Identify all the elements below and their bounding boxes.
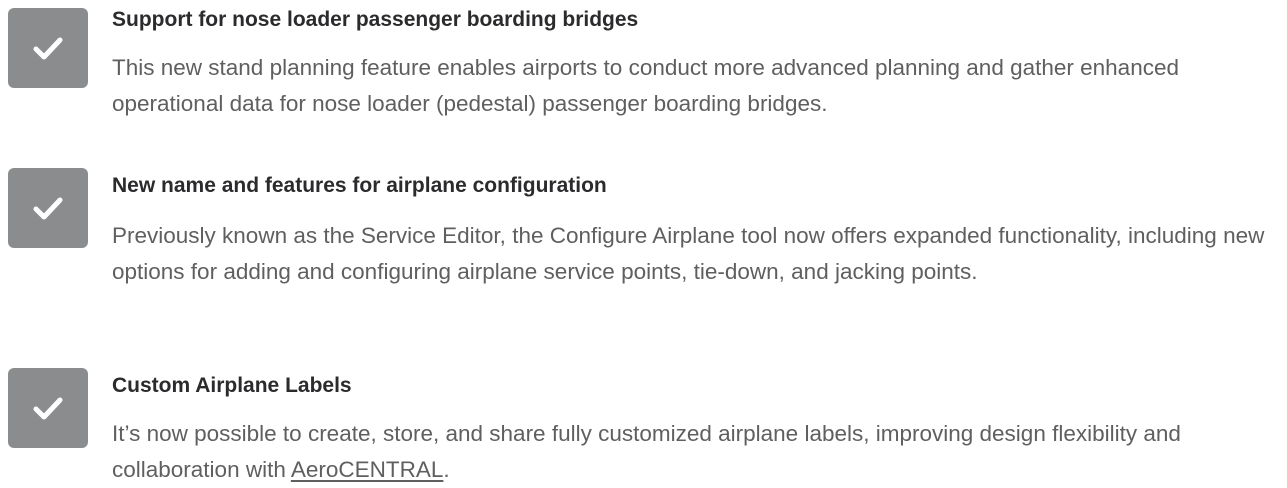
feature-description: Previously known as the Service Editor, … xyxy=(112,223,1265,284)
checkbox-icon xyxy=(8,168,88,248)
feature-description-end: . xyxy=(443,457,450,482)
checkbox-icon xyxy=(8,8,88,88)
feature-title: Support for nose loader passenger boardi… xyxy=(112,8,639,31)
checkmark-icon xyxy=(33,37,63,60)
feature-description-text: It’s now possible to create, store, and … xyxy=(112,421,1181,482)
feature-description: It’s now possible to create, store, and … xyxy=(112,416,1282,488)
feature-description: This new stand planning feature enables … xyxy=(112,55,1179,116)
feature-title: New name and features for airplane confi… xyxy=(112,174,607,197)
aerocentral-link[interactable]: AeroCENTRAL xyxy=(291,457,444,482)
feature-title: Custom Airplane Labels xyxy=(112,374,352,397)
checkmark-icon xyxy=(33,397,63,420)
checkbox-icon xyxy=(8,368,88,448)
checkmark-icon xyxy=(33,197,63,220)
